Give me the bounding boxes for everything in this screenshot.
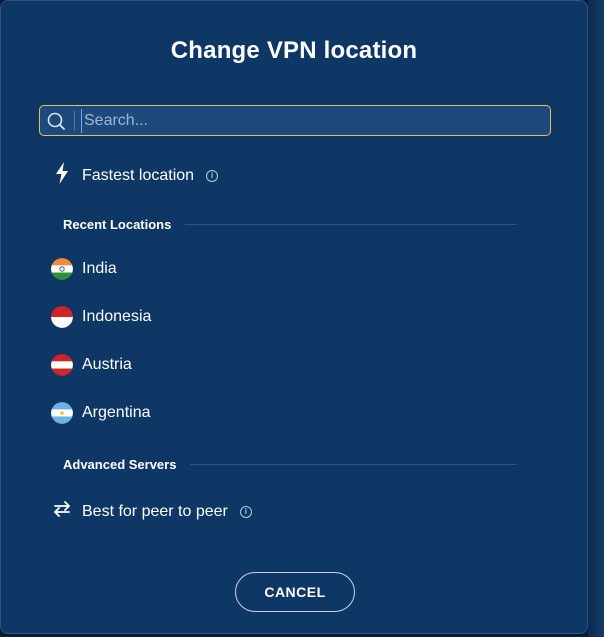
lightning-icon (51, 161, 73, 190)
recent-locations-heading: Recent Locations (63, 217, 172, 232)
location-item-indonesia[interactable]: Indonesia (51, 306, 151, 328)
search-box[interactable] (39, 105, 551, 136)
section-divider (190, 464, 517, 465)
location-label: Austria (82, 356, 132, 373)
change-location-dialog: Change VPN location Fastest location i R… (0, 0, 588, 634)
location-item-argentina[interactable]: Argentina (51, 402, 151, 424)
fastest-location-item[interactable]: Fastest location i (51, 161, 219, 190)
austria-flag-icon (51, 354, 73, 376)
cancel-button[interactable]: CANCEL (235, 572, 355, 612)
india-flag-icon (51, 258, 73, 280)
advanced-servers-header: Advanced Servers (63, 457, 517, 472)
advanced-servers-heading: Advanced Servers (63, 457, 177, 472)
section-divider (185, 224, 517, 225)
location-item-india[interactable]: India (51, 258, 117, 280)
location-label: Argentina (82, 404, 151, 421)
background-edge (588, 0, 604, 637)
server-label: Best for peer to peer (82, 502, 228, 520)
location-label: India (82, 260, 117, 277)
info-icon[interactable]: i (239, 505, 252, 518)
location-label: Indonesia (82, 308, 152, 325)
search-divider (74, 110, 75, 131)
search-icon (46, 111, 66, 131)
argentina-flag-icon (51, 402, 73, 424)
fastest-location-label: Fastest location (82, 166, 195, 184)
indonesia-flag-icon (51, 306, 73, 328)
dialog-title: Change VPN location (170, 37, 418, 64)
recent-locations-header: Recent Locations (63, 217, 517, 232)
arrows-exchange-icon (51, 498, 73, 525)
server-item-peer-to-peer[interactable]: Best for peer to peer i (51, 498, 252, 525)
info-icon[interactable]: i (206, 169, 219, 182)
location-item-austria[interactable]: Austria (51, 354, 132, 376)
search-input[interactable] (81, 108, 550, 133)
